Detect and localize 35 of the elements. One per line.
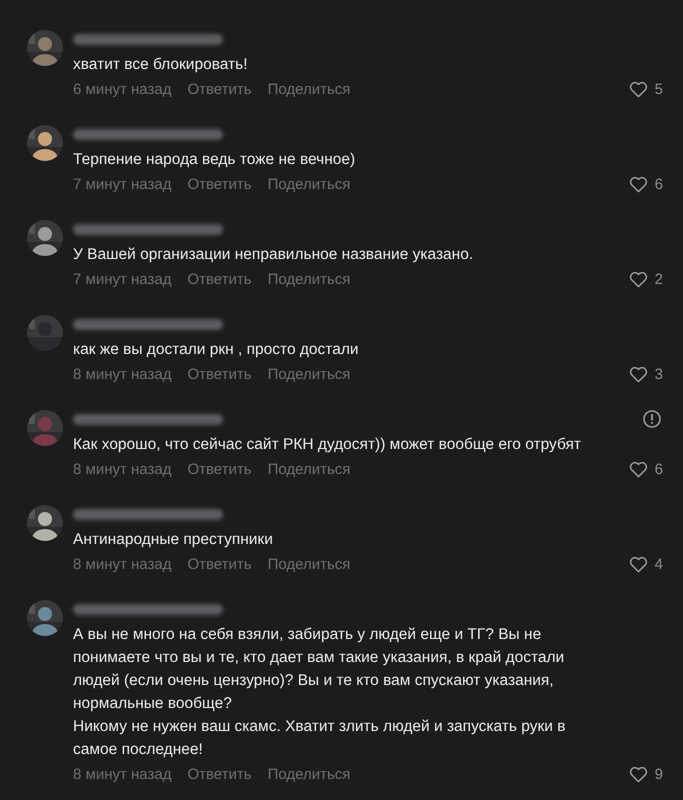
- timestamp: 7 минут назад: [73, 271, 172, 288]
- like-count: 6: [654, 461, 663, 478]
- timestamp: 8 минут назад: [73, 366, 172, 383]
- comment-text: хватит все блокировать!: [73, 55, 249, 75]
- like-count: 4: [654, 556, 663, 573]
- timestamp: 6 минут назад: [73, 81, 172, 98]
- comment-text: У Вашей организации неправильное название указано.: [73, 245, 474, 265]
- like-count: 5: [654, 81, 663, 98]
- share-link[interactable]: Поделиться: [268, 766, 350, 783]
- reply-link[interactable]: Ответить: [187, 461, 252, 478]
- share-link[interactable]: Поделиться: [268, 461, 350, 478]
- reply-link[interactable]: Ответить: [187, 176, 252, 193]
- reply-link[interactable]: Ответить: [187, 366, 252, 383]
- comment-text: А вы не много на себя взяли, забирать у людей еще и ТГ? Вы не понимаете что вы и те, кто дает вам такие указания, в край достали людей (если очень цензурно)? Вы и те кто вам спускают указания, нормальные вообще? Никому не нужен ваш скамс. Хватит злить людей и запускать руки в самое последнее!: [73, 625, 566, 760]
- timestamp: 8 минут назад: [73, 766, 172, 783]
- comment-text: Терпение народа ведь тоже не вечное): [73, 150, 356, 170]
- reply-link[interactable]: Ответить: [187, 556, 252, 573]
- comment-text: как же вы достали ркн , просто достали: [73, 340, 360, 360]
- comment-text: Антинародные преступники: [73, 530, 274, 550]
- timestamp: 8 минут назад: [73, 461, 172, 478]
- timestamp: 7 минут назад: [73, 176, 172, 193]
- like-count: 9: [654, 766, 663, 783]
- timestamp: 8 минут назад: [73, 556, 172, 573]
- share-link[interactable]: Поделиться: [268, 366, 350, 383]
- share-link[interactable]: Поделиться: [268, 176, 350, 193]
- like-count: 6: [654, 176, 663, 193]
- comment-text: Как хорошо, что сейчас сайт РКН дудосят)) может вообще его отрубят: [73, 435, 582, 455]
- reply-link[interactable]: Ответить: [187, 766, 252, 783]
- like-count: 2: [654, 271, 663, 288]
- reply-link[interactable]: Ответить: [187, 271, 252, 288]
- reply-link[interactable]: Ответить: [187, 81, 252, 98]
- share-link[interactable]: Поделиться: [268, 556, 350, 573]
- share-link[interactable]: Поделиться: [268, 81, 350, 98]
- share-link[interactable]: Поделиться: [268, 271, 350, 288]
- like-count: 3: [654, 366, 663, 383]
